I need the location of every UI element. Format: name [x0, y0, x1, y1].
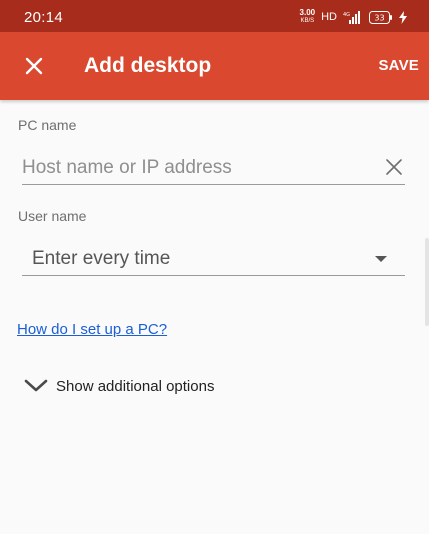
pc-name-label: PC name	[18, 117, 77, 133]
page-title: Add desktop	[84, 54, 212, 77]
close-icon	[25, 57, 43, 75]
signal-icon: 4G	[343, 10, 363, 24]
user-name-dropdown[interactable]: Enter every time	[22, 243, 405, 276]
save-button[interactable]: SAVE	[378, 57, 419, 74]
chevron-down-icon	[24, 379, 48, 392]
additional-options-label: Show additional options	[56, 377, 215, 395]
network-speed-value: 3.00	[299, 8, 316, 17]
pc-name-field	[22, 152, 405, 185]
pc-name-input[interactable]	[22, 155, 362, 181]
dropdown-arrow-icon	[375, 256, 387, 262]
setup-help-link[interactable]: How do I set up a PC?	[17, 321, 167, 338]
user-name-label: User name	[18, 208, 87, 224]
close-button[interactable]	[14, 46, 54, 86]
show-additional-options-toggle[interactable]: Show additional options	[24, 374, 214, 398]
hd-label: HD	[321, 11, 337, 23]
user-name-selected-value: Enter every time	[32, 248, 171, 269]
battery-icon: 33	[369, 10, 393, 24]
scrollbar[interactable]	[425, 238, 429, 326]
charging-icon	[399, 10, 407, 24]
network-speed-unit: KB/S	[300, 18, 315, 24]
clear-icon	[386, 159, 402, 175]
status-icons: 3.00 KB/S HD 4G 33	[300, 8, 407, 26]
network-speed: 3.00 KB/S	[300, 9, 316, 25]
battery-level: 33	[374, 13, 384, 22]
status-bar: 20:14 3.00 KB/S HD 4G 33	[0, 0, 429, 32]
status-time: 20:14	[24, 9, 64, 26]
clear-text-button[interactable]	[383, 156, 405, 178]
svg-text:4G: 4G	[343, 12, 350, 18]
app-bar: Add desktop SAVE	[0, 32, 429, 100]
